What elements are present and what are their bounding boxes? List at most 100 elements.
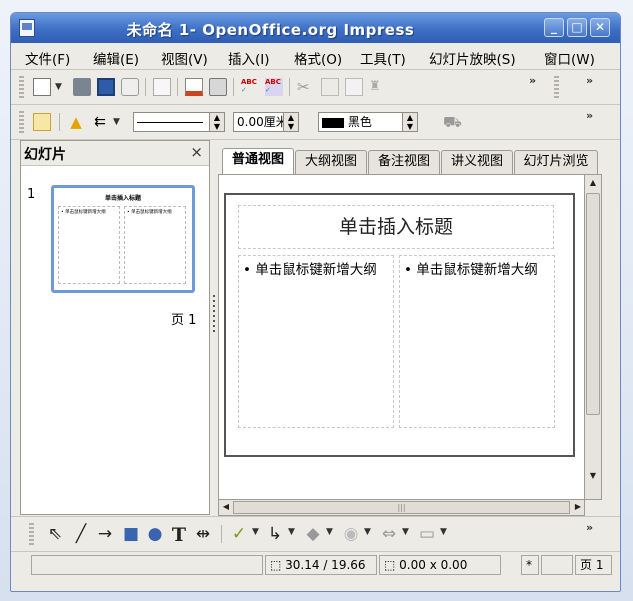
left-outline-placeholder[interactable]: • 单击鼠标键新增大纲 bbox=[238, 255, 394, 428]
line-style-dropdown-icon[interactable]: ▲ ▼ bbox=[209, 113, 224, 131]
tab-outline-view[interactable]: 大纲视图 bbox=[295, 150, 367, 174]
spellcheck-icon[interactable]: ABC ✓ bbox=[241, 78, 259, 96]
text-tool-icon[interactable]: T bbox=[169, 524, 189, 546]
line-color-swatch bbox=[322, 117, 344, 128]
maximize-button[interactable]: □ bbox=[567, 18, 587, 37]
basic-shapes-icon[interactable]: ◆ bbox=[303, 524, 323, 544]
close-button[interactable]: ✕ bbox=[590, 18, 610, 37]
format-paintbrush-icon[interactable]: ♜ bbox=[369, 78, 387, 96]
menu-slideshow[interactable]: 幻灯片放映(S) bbox=[429, 48, 516, 68]
block-arrows-icon[interactable]: ⇔ bbox=[379, 524, 399, 544]
toolbar-separator bbox=[59, 113, 60, 131]
scroll-down-arrow-icon[interactable]: ▼ bbox=[586, 469, 600, 483]
toolbar-overflow-chevron-icon[interactable]: » bbox=[529, 74, 536, 87]
drawing-toolbar: ⇖ ╱ → ■ ● T ⇹ ✓ ▼ ↳ ▼ ◆ ▼ ◉ ▼ ⇔ ▼ ▭ ▼ » bbox=[11, 516, 620, 552]
slide-layout-icon[interactable] bbox=[33, 113, 51, 131]
pane-splitter[interactable] bbox=[210, 140, 218, 515]
cut-icon[interactable]: ✂ bbox=[297, 78, 315, 96]
tab-slide-sorter[interactable]: 幻灯片浏览 bbox=[514, 150, 598, 174]
fill-bucket-icon[interactable]: ⛟ bbox=[443, 113, 462, 131]
connector-dropdown-arrow-icon[interactable]: ▼ bbox=[288, 527, 295, 537]
menu-format[interactable]: 格式(O) bbox=[294, 48, 342, 68]
arrow-style-icon[interactable]: ⇇ bbox=[91, 113, 109, 131]
print-icon[interactable] bbox=[209, 78, 227, 96]
new-dropdown-arrow-icon[interactable]: ▼ bbox=[55, 82, 62, 92]
horizontal-scroll-thumb[interactable]: ||| bbox=[233, 501, 570, 514]
curve-dropdown-arrow-icon[interactable]: ▼ bbox=[252, 527, 259, 537]
export-pdf-icon[interactable] bbox=[185, 78, 203, 96]
line-arrow-tool-icon[interactable]: → bbox=[95, 524, 115, 544]
slide-editing-area[interactable]: 单击插入标题 • 单击鼠标键新增大纲 • 单击鼠标键新增大纲 bbox=[218, 174, 585, 500]
menu-edit[interactable]: 编辑(E) bbox=[93, 48, 139, 68]
rectangle-tool-icon[interactable]: ■ bbox=[121, 524, 141, 544]
minimize-button[interactable]: _ bbox=[544, 18, 564, 37]
scroll-right-arrow-icon[interactable]: ▶ bbox=[571, 500, 585, 514]
select-pointer-icon[interactable]: ⇖ bbox=[45, 524, 65, 544]
toolbar-grip[interactable] bbox=[29, 523, 34, 545]
toolbar-grip[interactable] bbox=[19, 111, 24, 133]
ellipse-tool-icon[interactable]: ● bbox=[145, 524, 165, 544]
flowchart-dropdown-arrow-icon[interactable]: ▼ bbox=[440, 527, 447, 537]
toolbar-grip[interactable] bbox=[19, 76, 24, 98]
toolbar-grip[interactable] bbox=[554, 76, 559, 98]
toolbar-overflow-chevron-icon[interactable]: » bbox=[586, 521, 593, 534]
status-message bbox=[31, 555, 263, 575]
splitter-grip-icon[interactable] bbox=[213, 295, 215, 335]
tab-notes-view[interactable]: 备注视图 bbox=[368, 150, 440, 174]
toolbar-overflow-chevron-icon[interactable]: » bbox=[586, 74, 593, 87]
line-icon[interactable]: ▲ bbox=[67, 113, 85, 131]
status-modified[interactable]: * bbox=[521, 555, 539, 575]
menu-insert[interactable]: 插入(I) bbox=[228, 48, 270, 68]
symbol-shapes-icon[interactable]: ◉ bbox=[341, 524, 361, 544]
title-placeholder[interactable]: 单击插入标题 bbox=[238, 205, 554, 249]
toolbar-overflow-chevron-icon[interactable]: » bbox=[586, 109, 593, 122]
save-icon[interactable] bbox=[97, 78, 115, 96]
tab-handout-view[interactable]: 讲义视图 bbox=[441, 150, 513, 174]
edit-file-icon[interactable] bbox=[153, 78, 171, 96]
line-width-spinner-icon[interactable]: ▲ ▼ bbox=[283, 113, 298, 131]
menu-view[interactable]: 视图(V) bbox=[161, 48, 208, 68]
scroll-up-arrow-icon[interactable]: ▲ bbox=[586, 176, 600, 190]
menu-file[interactable]: 文件(F) bbox=[25, 48, 70, 68]
toolbar-separator bbox=[233, 78, 234, 96]
horizontal-scrollbar[interactable]: ◀ ||| ▶ bbox=[218, 500, 585, 516]
arrow-style-dropdown-arrow-icon[interactable]: ▼ bbox=[113, 117, 120, 127]
connector-tool-icon[interactable]: ↳ bbox=[265, 524, 285, 544]
status-position-value: 30.14 / 19.66 bbox=[285, 558, 366, 572]
scroll-left-arrow-icon[interactable]: ◀ bbox=[219, 500, 233, 514]
flowchart-icon[interactable]: ▭ bbox=[417, 524, 437, 544]
tab-normal-view[interactable]: 普通视图 bbox=[222, 148, 294, 174]
basic-shapes-dropdown-arrow-icon[interactable]: ▼ bbox=[326, 527, 333, 537]
curve-tool-icon[interactable]: ✓ bbox=[229, 524, 249, 544]
vertical-scroll-thumb[interactable] bbox=[586, 193, 600, 415]
slides-pane-close-icon[interactable]: × bbox=[190, 143, 203, 161]
slide-thumbnail[interactable]: 单击插入标题 • 单击鼠标键新增大纲 • 单击鼠标键新增大纲 bbox=[51, 185, 195, 293]
menu-window[interactable]: 窗口(W) bbox=[544, 48, 595, 68]
email-icon[interactable] bbox=[121, 78, 139, 96]
line-tool-icon[interactable]: ╱ bbox=[71, 524, 91, 544]
size-icon: ⬚ bbox=[384, 558, 400, 572]
status-signature[interactable] bbox=[541, 555, 573, 575]
copy-icon[interactable] bbox=[321, 78, 339, 96]
thumbnail-right-outline: • 单击鼠标键新增大纲 bbox=[124, 206, 186, 284]
line-width-input[interactable]: 0.00厘米 ▲ ▼ bbox=[233, 112, 299, 132]
menu-tools[interactable]: 工具(T) bbox=[360, 48, 406, 68]
status-position: ⬚ 30.14 / 19.66 bbox=[265, 555, 377, 575]
status-size: ⬚ 0.00 x 0.00 bbox=[379, 555, 501, 575]
line-color-dropdown-icon[interactable]: ▲ ▼ bbox=[402, 113, 417, 131]
thumbnail-left-outline: • 单击鼠标键新增大纲 bbox=[58, 206, 120, 284]
vertical-text-tool-icon[interactable]: ⇹ bbox=[193, 524, 213, 544]
right-outline-placeholder[interactable]: • 单击鼠标键新增大纲 bbox=[399, 255, 555, 428]
line-color-select[interactable]: 黑色 ▲ ▼ bbox=[318, 112, 418, 132]
slides-pane-title: 幻灯片 bbox=[24, 147, 66, 163]
line-style-select[interactable]: ▲ ▼ bbox=[133, 112, 225, 132]
vertical-scrollbar[interactable]: ▲ ▼ bbox=[585, 174, 602, 500]
auto-spellcheck-icon[interactable]: ABC ✓ bbox=[265, 78, 283, 96]
symbol-shapes-dropdown-arrow-icon[interactable]: ▼ bbox=[364, 527, 371, 537]
open-folder-icon[interactable] bbox=[73, 78, 91, 96]
block-arrows-dropdown-arrow-icon[interactable]: ▼ bbox=[402, 527, 409, 537]
paste-icon[interactable] bbox=[345, 78, 363, 96]
new-document-icon[interactable] bbox=[33, 78, 51, 96]
title-bar[interactable]: 未命名 1- OpenOffice.org Impress _ □ ✕ bbox=[11, 13, 620, 43]
slide-canvas[interactable]: 单击插入标题 • 单击鼠标键新增大纲 • 单击鼠标键新增大纲 bbox=[224, 193, 575, 457]
